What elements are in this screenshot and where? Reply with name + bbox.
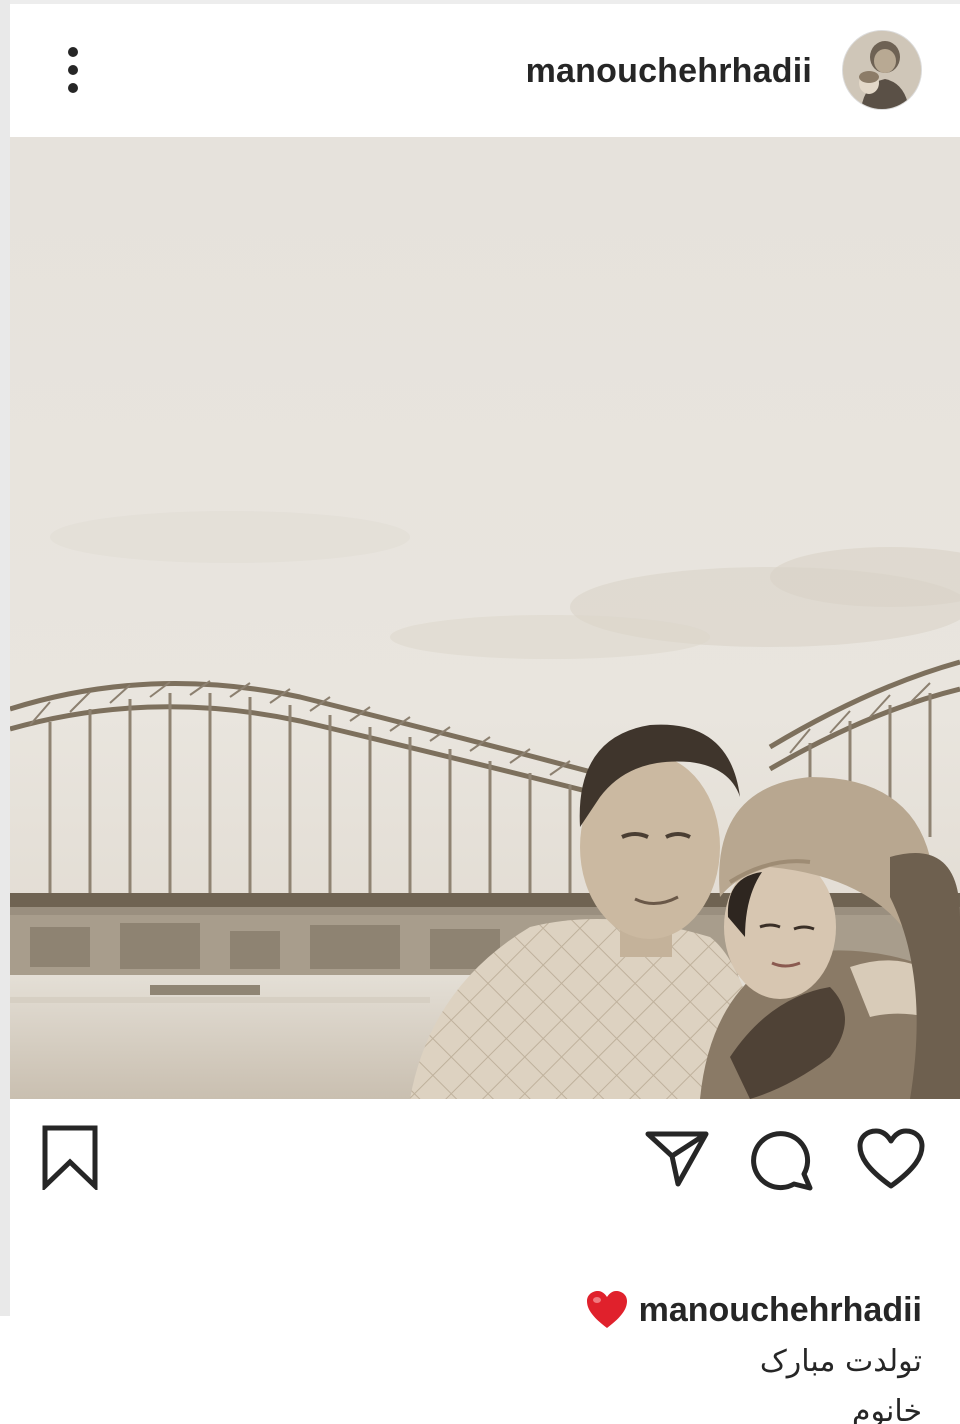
red-heart-emoji-icon bbox=[586, 1291, 627, 1328]
send-icon bbox=[645, 1131, 709, 1187]
more-vertical-icon bbox=[68, 47, 78, 93]
post-header: manouchehrhadii bbox=[10, 4, 960, 136]
post-photo[interactable] bbox=[10, 137, 960, 1099]
caption-username[interactable]: manouchehrhadii bbox=[639, 1291, 922, 1330]
more-options-button[interactable] bbox=[50, 42, 96, 106]
left-border bbox=[0, 0, 10, 1316]
post-username[interactable]: manouchehrhadii bbox=[526, 52, 812, 91]
caption-text-line-2: خانوم bbox=[851, 1394, 922, 1424]
share-button[interactable] bbox=[644, 1128, 710, 1188]
photo-scene bbox=[10, 137, 960, 1099]
caption-text-line-1: تولدت مبارک bbox=[759, 1344, 922, 1379]
avatar[interactable] bbox=[842, 30, 922, 110]
save-button[interactable] bbox=[40, 1124, 100, 1192]
heart-outline-icon bbox=[857, 1128, 925, 1189]
profile-avatar-image bbox=[843, 31, 921, 109]
instagram-post-page: manouchehrhadii manouchehrhadii تولدت مب… bbox=[0, 0, 960, 1424]
like-button[interactable] bbox=[856, 1128, 926, 1190]
comment-button[interactable] bbox=[750, 1126, 816, 1192]
bookmark-icon bbox=[42, 1125, 98, 1192]
comment-icon bbox=[751, 1131, 813, 1191]
caption-header: manouchehrhadii bbox=[585, 1290, 922, 1330]
